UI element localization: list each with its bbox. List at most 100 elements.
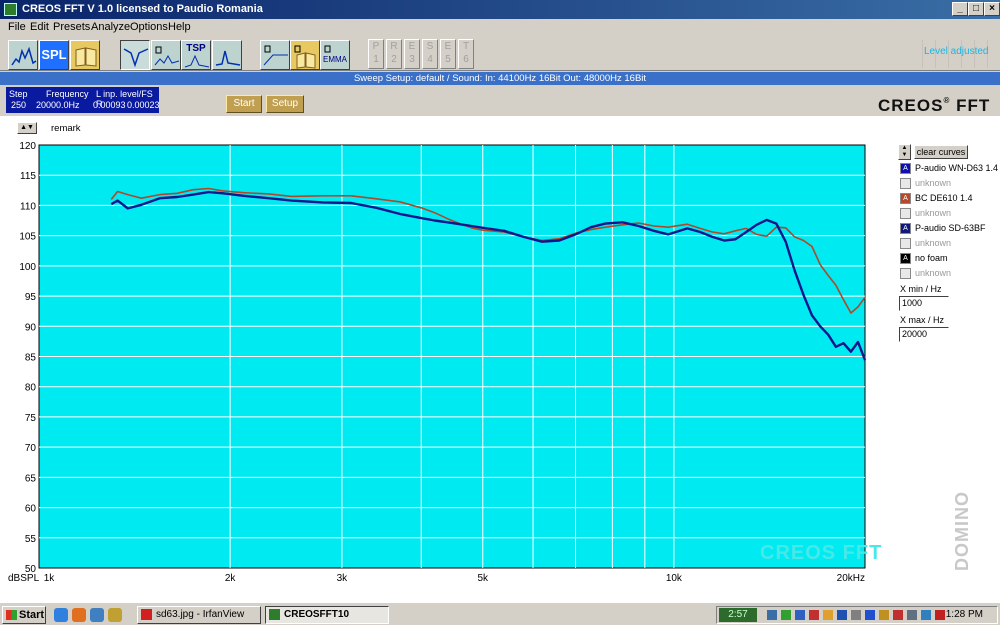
tray-app-icon[interactable] xyxy=(809,610,819,620)
spl-button[interactable]: SPL xyxy=(39,40,69,70)
taskbar-irfanview[interactable]: sd63.jpg - IrfanView xyxy=(137,606,261,624)
y-tick-label: 65 xyxy=(25,473,37,484)
maximize-button[interactable]: □ xyxy=(968,2,984,16)
preset-2-button[interactable]: R2 xyxy=(386,39,402,69)
y-tick-label: 85 xyxy=(25,353,37,364)
y-tick-label: 75 xyxy=(25,413,37,424)
tray-app-icon[interactable] xyxy=(879,610,889,620)
tsp-button[interactable]: TSP xyxy=(181,40,211,70)
work-area: ▲▼ remark 120 115 110 105 100 95 90 85 80 75 70 65 6… xyxy=(0,116,1000,602)
legend-scroll-spinner[interactable]: ▲ ▼ xyxy=(898,144,911,160)
legend-swatch[interactable]: A xyxy=(900,223,911,235)
preset-3-button[interactable]: E3 xyxy=(404,39,420,69)
x-tick-label: 5k xyxy=(477,573,489,584)
menu-edit[interactable]: Edit xyxy=(30,21,49,33)
setup-button[interactable]: Setup xyxy=(266,95,304,113)
spectrum-button[interactable] xyxy=(8,40,38,70)
quicklaunch-icon[interactable] xyxy=(108,608,122,622)
tray-app-icon[interactable] xyxy=(921,610,931,620)
preset-5-button[interactable]: E5 xyxy=(440,39,456,69)
y-tick-label: 95 xyxy=(25,292,37,303)
xmin-input[interactable]: 1000 xyxy=(899,296,949,311)
close-button[interactable]: × xyxy=(984,2,1000,16)
x-tick-label: 1k xyxy=(44,573,56,584)
legend-entry[interactable]: unknown xyxy=(900,208,952,220)
legend-entry[interactable]: A P-audio SD-63BF xyxy=(900,223,986,235)
preset-letter: T xyxy=(462,41,470,52)
x-tick-label: 3k xyxy=(337,573,349,584)
spl-label: SPL xyxy=(41,47,67,62)
tray-timer: 2:57 xyxy=(719,608,757,622)
legend-label: P-audio WN-D63 1.4 xyxy=(915,163,999,173)
legend-swatch[interactable]: A xyxy=(900,253,911,265)
preset-1-button[interactable]: P1 xyxy=(368,39,384,69)
preset-number: 5 xyxy=(445,54,451,65)
irfanview-icon xyxy=(141,609,152,620)
menu-options[interactable]: Options xyxy=(130,21,168,33)
preset-6-button[interactable]: T6 xyxy=(458,39,474,69)
tray-app-icon[interactable] xyxy=(935,610,945,620)
legend-entry[interactable]: A P-audio WN-D63 1.4 xyxy=(900,163,999,175)
speaker-book-button[interactable] xyxy=(290,40,320,70)
waterfall-button[interactable] xyxy=(212,40,242,70)
emma-button[interactable]: EMMA xyxy=(320,40,350,70)
y-tick-label: 70 xyxy=(25,443,37,454)
book-button[interactable] xyxy=(70,40,100,70)
ie-icon[interactable] xyxy=(54,608,68,622)
menu-presets[interactable]: Presets xyxy=(53,21,90,33)
clear-curves-button[interactable]: clear curves xyxy=(914,145,968,159)
crossover-button[interactable] xyxy=(260,40,290,70)
firefox-icon[interactable] xyxy=(72,608,86,622)
bluetooth-icon[interactable] xyxy=(865,610,875,620)
measurement-info: Step 250 Frequency 20000.0Hz L inp. leve… xyxy=(6,87,160,113)
tray-app-icon[interactable] xyxy=(795,610,805,620)
tray-app-icon[interactable] xyxy=(837,610,847,620)
menu-analyze[interactable]: Analyze xyxy=(91,21,130,33)
menu-help[interactable]: Help xyxy=(168,21,191,33)
chrome-icon[interactable] xyxy=(90,608,104,622)
tray-app-icon[interactable] xyxy=(823,610,833,620)
y-tick-label: 110 xyxy=(20,201,36,212)
creos-logo: CREOS® FFT xyxy=(878,96,990,116)
legend-swatch[interactable] xyxy=(900,208,911,220)
preset-4-button[interactable]: S4 xyxy=(422,39,438,69)
logo-suffix: FFT xyxy=(956,96,991,115)
tsp-curve-icon xyxy=(184,54,210,68)
legend-entry[interactable]: unknown xyxy=(900,178,952,190)
xmax-input[interactable]: 20000 xyxy=(899,327,949,342)
legend-entry[interactable]: unknown xyxy=(900,268,951,280)
network-icon[interactable] xyxy=(767,610,777,620)
legend-entry[interactable]: Ano foam xyxy=(900,253,948,265)
app-icon xyxy=(4,3,17,16)
task-label: sd63.jpg - IrfanView xyxy=(156,609,245,620)
filter-button[interactable] xyxy=(120,40,150,70)
legend-swatch[interactable] xyxy=(900,238,911,250)
taskbar-creosfft[interactable]: CREOSFFT10 xyxy=(265,606,389,624)
y-tick-label: 120 xyxy=(19,141,36,152)
legend-swatch[interactable] xyxy=(900,268,911,280)
legend-label: unknown xyxy=(915,208,952,218)
tray-app-icon[interactable] xyxy=(781,610,791,620)
volume-icon[interactable] xyxy=(907,610,917,620)
start-button[interactable]: Start xyxy=(226,95,262,113)
waterfall-icon xyxy=(215,50,241,66)
tray-app-icon[interactable] xyxy=(893,610,903,620)
legend-swatch[interactable]: A xyxy=(900,193,911,205)
legend-label: unknown xyxy=(915,178,952,188)
spectrum-icon xyxy=(11,46,37,66)
frequency-response-chart[interactable]: 120115110105100959085807570656055501k 2k 3… xyxy=(0,116,1000,602)
start-menu-button[interactable]: Start xyxy=(2,606,46,624)
legend-swatch[interactable] xyxy=(900,178,911,190)
legend-swatch[interactable]: A xyxy=(900,163,911,175)
preset-letter: S xyxy=(426,41,434,52)
menu-file[interactable]: File xyxy=(8,21,26,33)
sweep-status-bar: Sweep Setup: default / Sound: In: 44100H… xyxy=(0,72,1000,85)
creos-app-icon xyxy=(269,609,280,620)
legend-entry[interactable]: unknown xyxy=(900,238,951,250)
legend-entry[interactable]: A BC DE610 1.4 xyxy=(900,193,973,205)
taskbar: Start sd63.jpg - IrfanView CREOSFFT10 2:… xyxy=(0,602,1000,625)
impedance-button[interactable] xyxy=(151,40,181,70)
tray-app-icon[interactable] xyxy=(851,610,861,620)
minimize-button[interactable]: _ xyxy=(952,2,968,16)
preset-number: 1 xyxy=(373,54,379,65)
